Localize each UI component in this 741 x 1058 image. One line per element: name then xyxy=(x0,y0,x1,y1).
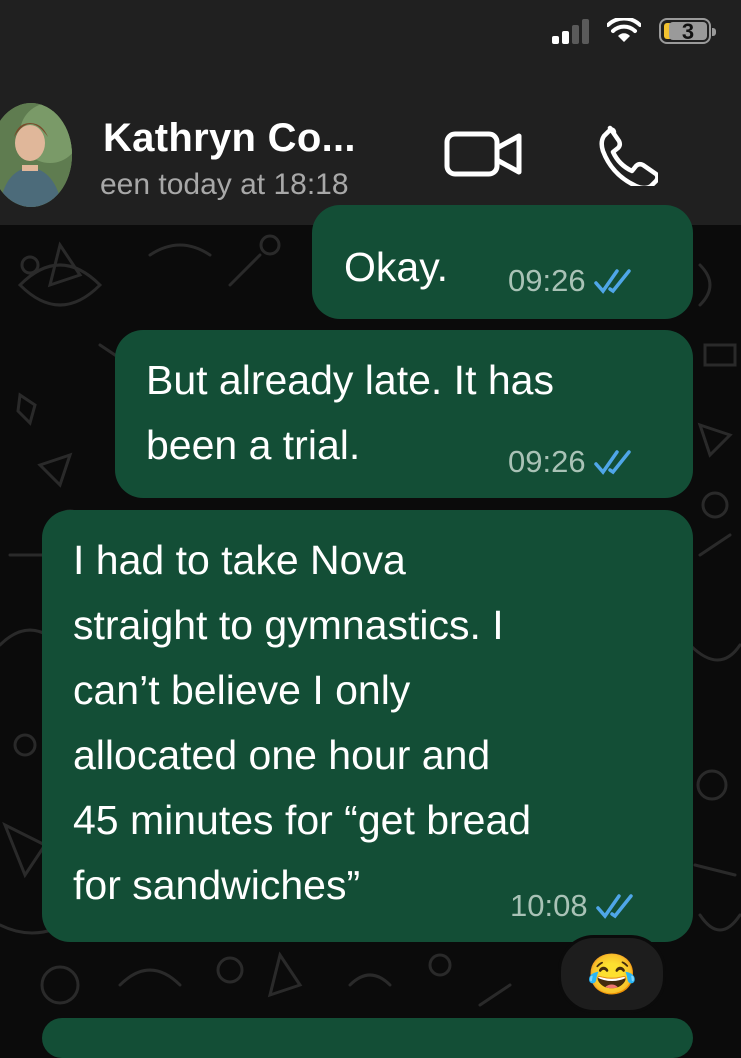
message-meta: 09:26 xyxy=(508,444,638,480)
outgoing-message-bubble[interactable]: Okay. 09:26 xyxy=(312,205,693,319)
read-receipt-icon xyxy=(593,269,631,294)
message-text: Okay. xyxy=(344,244,449,290)
chat-header: 3 Kathryn Co... een today at 18:18 xyxy=(0,0,741,225)
message-time: 09:26 xyxy=(508,444,586,479)
message-reaction[interactable]: 😂 xyxy=(558,935,666,1013)
message-meta: 10:08 xyxy=(510,888,640,924)
avatar[interactable] xyxy=(0,103,72,207)
battery-level: 3 xyxy=(669,21,707,43)
message-text: I had to take Nova straight to gymnastic… xyxy=(73,537,532,908)
status-bar: 3 xyxy=(552,18,716,44)
video-call-icon[interactable] xyxy=(444,126,524,182)
contact-name[interactable]: Kathryn Co... xyxy=(103,116,356,161)
message-meta: 09:26 xyxy=(508,263,638,299)
last-seen-status: een today at 18:18 xyxy=(100,168,349,201)
avatar-photo xyxy=(0,103,72,207)
battery-icon: 3 xyxy=(659,18,716,44)
outgoing-message-bubble-partial[interactable] xyxy=(42,1018,693,1058)
outgoing-message-bubble[interactable]: I had to take Nova straight to gymnastic… xyxy=(42,510,693,942)
wifi-icon xyxy=(607,18,641,42)
message-time: 09:26 xyxy=(508,263,586,298)
outgoing-message-bubble[interactable]: But already late. It has been a trial. 0… xyxy=(115,330,693,498)
cellular-signal-icon xyxy=(552,18,589,44)
laughing-emoji-icon: 😂 xyxy=(587,952,637,997)
read-receipt-icon xyxy=(593,450,631,475)
read-receipt-icon xyxy=(595,894,633,919)
message-time: 10:08 xyxy=(510,888,588,923)
phone-call-icon[interactable] xyxy=(596,124,658,186)
message-text: But already late. It has been a trial. xyxy=(146,357,554,468)
